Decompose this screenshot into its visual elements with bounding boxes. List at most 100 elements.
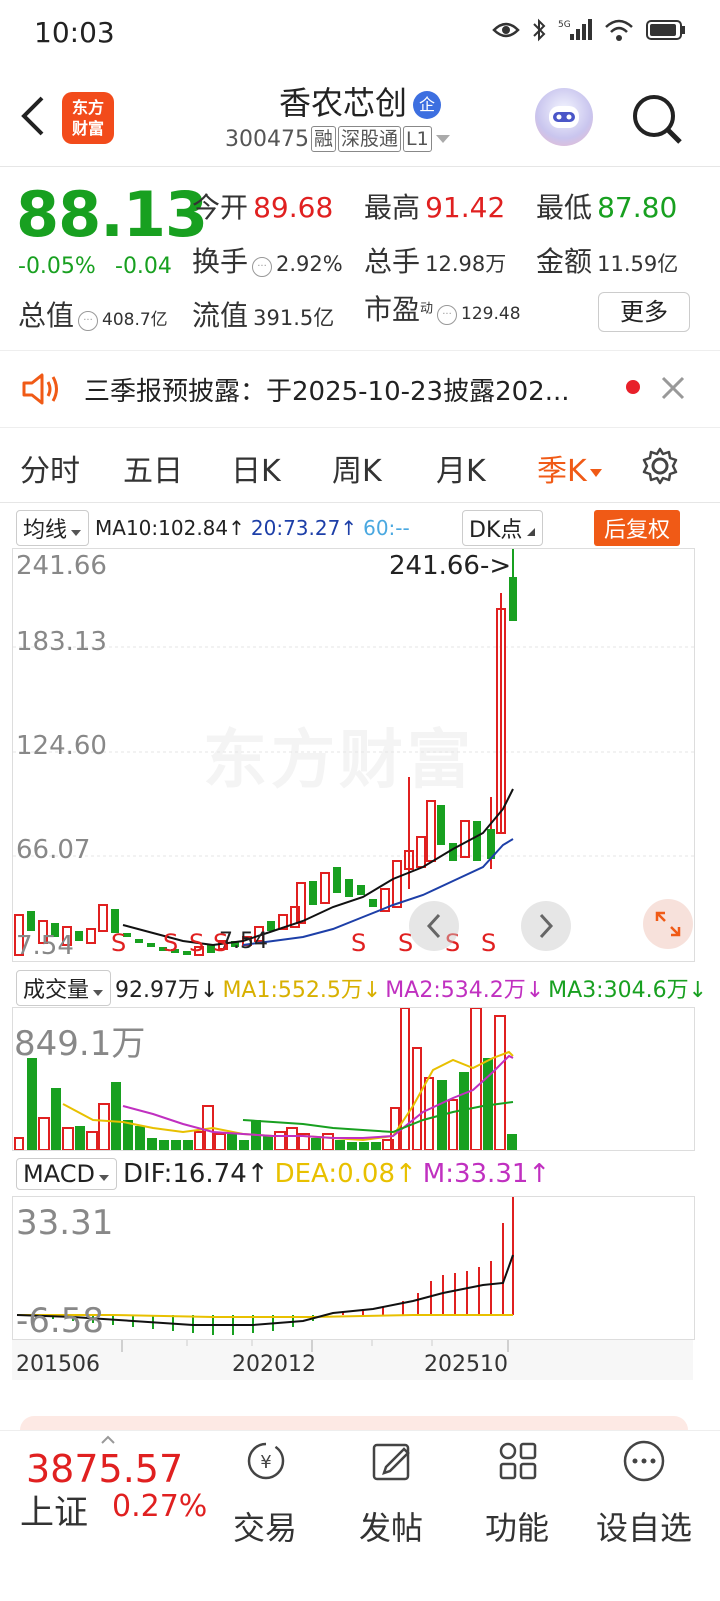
macd-m: M:33.31↑ <box>422 1159 551 1189</box>
high-marker: 241.66-> <box>389 551 512 581</box>
grid-icon[interactable] <box>496 1439 540 1483</box>
system-icons: 5G <box>492 18 686 42</box>
price-axis-3: 124.60 <box>16 731 107 761</box>
more-icon[interactable] <box>622 1439 666 1483</box>
turnover-row: 换手 ··· 2.92% <box>192 240 343 280</box>
turnover-label: 换手 <box>192 245 249 278</box>
date-axis: 201506 202012 202510 <box>12 1340 693 1380</box>
ma10-value: MA10:102.84↑ <box>95 516 245 540</box>
signal-s: S <box>163 929 179 957</box>
stock-name-block[interactable]: 香农芯创企 <box>230 78 490 124</box>
amount-label: 金额 <box>536 245 593 278</box>
signal-s: S <box>481 929 497 957</box>
adjust-button[interactable]: 后复权 <box>594 510 681 546</box>
amount-row: 金额 11.59亿 <box>536 240 678 280</box>
macd-svg <box>16 1197 514 1335</box>
nav-post[interactable]: 发帖 <box>341 1503 441 1549</box>
open-row: 今开 89.68 <box>192 186 333 226</box>
nav-functions[interactable]: 功能 <box>467 1503 567 1549</box>
signal-s: S <box>351 929 367 957</box>
stock-code: 300475 <box>225 126 309 152</box>
open-value: 89.68 <box>253 191 334 224</box>
stock-header: 东方 财富 香农芯创企 300475 融 深股通 L1 <box>0 70 720 167</box>
change-percent: -0.05% <box>18 254 96 279</box>
tag-level: L1 <box>403 126 432 152</box>
float-label: 流值 <box>192 299 249 332</box>
close-icon[interactable] <box>660 375 686 401</box>
eye-icon <box>492 22 520 38</box>
dropdown-triangle-icon <box>93 990 104 996</box>
price-axis-4: 66.07 <box>16 835 91 865</box>
robot-icon <box>549 106 579 128</box>
ma-indicator-line: 均线 MA10:102.84↑ 20:73.27↑ 60:-- <box>16 510 410 546</box>
pe-value: 129.48 <box>461 304 521 324</box>
turnover-value: 2.92% <box>276 252 343 276</box>
mktcap-value: 408.7亿 <box>102 310 168 330</box>
mktcap-label: 总值 <box>18 299 75 332</box>
dropdown-triangle-icon <box>98 1175 109 1181</box>
dropdown-triangle-icon <box>589 468 602 477</box>
low-row: 最低 87.80 <box>536 186 677 226</box>
chart-area[interactable]: 均线 MA10:102.84↑ 20:73.27↑ 60:-- DK点 后复权 … <box>0 504 720 1436</box>
notice-bar[interactable]: 三季报预披露：于2025-10-23披露202... <box>0 350 720 428</box>
volume-value: 12.98万 <box>425 252 507 276</box>
signal-s: S <box>111 929 127 957</box>
more-button[interactable]: 更多 <box>598 292 690 332</box>
info-icon[interactable]: ··· <box>252 256 273 277</box>
info-icon[interactable]: ··· <box>78 310 99 331</box>
volume-value: 92.97万↓ <box>115 978 219 1003</box>
kline-panel[interactable]: 东方财富 241.66 183.13 124.60 66.07 7.54 241… <box>12 548 695 962</box>
low-label: 最低 <box>536 191 593 224</box>
edit-icon[interactable] <box>370 1439 414 1483</box>
float-row: 流值 391.5亿 <box>192 294 334 334</box>
ma-select[interactable]: 均线 <box>16 510 90 546</box>
volume-indicator-line: 成交量 92.97万↓ MA1:552.5万↓ MA2:534.2万↓ MA3:… <box>16 970 707 1006</box>
index-name[interactable]: 上证 <box>20 1485 88 1534</box>
volume-label: 总手 <box>364 245 421 278</box>
chevron-left-icon <box>426 913 441 939</box>
tab-intraday[interactable]: 分时 <box>20 446 80 490</box>
scroll-right-button[interactable] <box>521 901 571 951</box>
yen-exchange-icon[interactable]: ¥ <box>244 1439 288 1483</box>
info-icon[interactable]: ··· <box>437 304 458 325</box>
signal-icon: 5G <box>558 19 592 40</box>
last-price: 88.13 <box>16 178 208 251</box>
fullscreen-button[interactable] <box>643 899 693 949</box>
svg-text:¥: ¥ <box>260 1452 271 1473</box>
volume-ma3: MA3:304.6万↓ <box>548 978 708 1003</box>
assistant-avatar[interactable] <box>535 88 593 146</box>
float-value: 391.5亿 <box>253 306 335 330</box>
index-change[interactable]: 0.27% <box>112 1489 207 1524</box>
mktcap-row: 总值 ··· 408.7亿 <box>18 294 168 334</box>
signal-s: S <box>213 929 229 957</box>
open-label: 今开 <box>192 191 249 224</box>
tab-monthly-k[interactable]: 月K <box>436 446 486 490</box>
settings-gear-icon[interactable] <box>640 446 680 486</box>
wifi-icon <box>605 19 633 41</box>
macd-select[interactable]: MACD <box>16 1158 117 1190</box>
macd-dea: DEA:0.08↑ <box>274 1159 417 1189</box>
volume-panel[interactable]: 849.1万 <box>12 1007 695 1151</box>
search-icon[interactable] <box>630 92 684 146</box>
speaker-icon <box>22 373 58 405</box>
volume-select[interactable]: 成交量 <box>16 970 112 1006</box>
tab-weekly-k[interactable]: 周K <box>332 446 382 490</box>
bluetooth-icon <box>533 18 546 42</box>
app-logo[interactable]: 东方 财富 <box>62 92 114 144</box>
dk-point-button[interactable]: DK点 <box>462 510 544 546</box>
nav-add-watchlist[interactable]: 设自选 <box>588 1503 700 1549</box>
back-arrow-icon[interactable] <box>18 96 48 136</box>
pe-superscript: 动 <box>420 301 434 317</box>
high-row: 最高 91.42 <box>364 186 505 226</box>
tab-quarterly-k[interactable]: 季K <box>537 446 603 490</box>
scroll-left-button[interactable] <box>409 901 459 951</box>
ma20-value: 20:73.27↑ <box>250 516 358 540</box>
battery-icon <box>646 20 685 40</box>
quote-panel: 88.13 -0.05% -0.04 今开 89.68 最高 91.42 最低 … <box>0 168 720 348</box>
tab-five-day[interactable]: 五日 <box>123 446 183 490</box>
tab-daily-k[interactable]: 日K <box>231 446 281 490</box>
nav-trade[interactable]: 交易 <box>215 1503 315 1549</box>
stock-code-line[interactable]: 300475 融 深股通 L1 <box>225 126 452 152</box>
volume-ma3-line <box>242 1101 514 1134</box>
macd-panel[interactable]: 33.31 -6.58 <box>12 1196 695 1341</box>
